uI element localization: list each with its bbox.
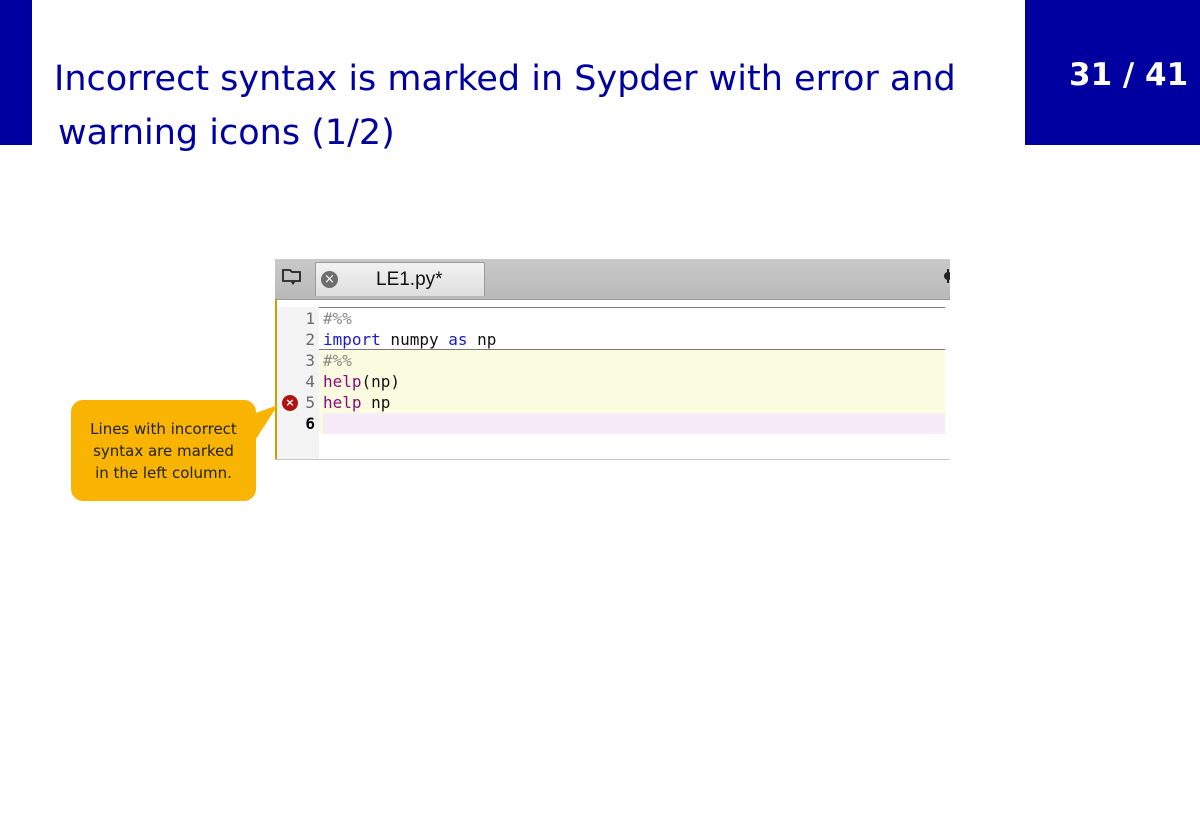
code-token: #%% bbox=[323, 309, 352, 328]
code-token: np bbox=[467, 330, 497, 349]
code-text: #%% bbox=[323, 308, 352, 329]
code-token: numpy bbox=[380, 330, 449, 349]
code-line: 2 import numpy as np bbox=[275, 329, 945, 350]
code-text: import numpy as np bbox=[323, 329, 496, 350]
page-number: 31 / 41 bbox=[1069, 57, 1189, 93]
code-token: help bbox=[323, 393, 362, 412]
line-number: 4 bbox=[305, 372, 315, 391]
code-text: #%% bbox=[323, 350, 352, 371]
code-token: np bbox=[361, 393, 391, 412]
slide-title-line1: Incorrect syntax is marked in Sypder wit… bbox=[54, 59, 956, 99]
code-line: 6 bbox=[275, 413, 945, 434]
code-token: as bbox=[448, 330, 468, 349]
slide-title: Incorrect syntax is marked in Sypder wit… bbox=[54, 52, 1014, 160]
editor-tab-bar: × LE1.py* bbox=[275, 259, 950, 300]
tab-label: LE1.py* bbox=[376, 269, 443, 290]
code-line: 4 help(np) bbox=[275, 371, 945, 392]
callout-line: in the left column. bbox=[95, 464, 232, 482]
line-number: 1 bbox=[305, 309, 315, 328]
callout-line: Lines with incorrect bbox=[90, 420, 237, 438]
line-number: 3 bbox=[305, 351, 315, 370]
page-counter-box: 31 / 41 bbox=[1025, 0, 1200, 145]
code-line: 1 #%% bbox=[275, 308, 945, 329]
code-token: help bbox=[323, 372, 362, 391]
slide-title-line2: warning icons (1/2) bbox=[58, 113, 395, 153]
gear-icon[interactable] bbox=[942, 267, 950, 285]
code-token: import bbox=[323, 330, 381, 349]
code-token: #%% bbox=[323, 351, 352, 370]
code-token: (np) bbox=[361, 372, 401, 391]
callout-pointer bbox=[250, 405, 278, 445]
code-text: help np bbox=[323, 392, 390, 413]
code-line: 5 × help np bbox=[275, 392, 945, 413]
left-accent-bar bbox=[0, 0, 32, 145]
code-text: help(np) bbox=[323, 371, 400, 392]
callout-note: Lines with incorrect syntax are marked i… bbox=[71, 400, 256, 501]
line-number: 6 bbox=[305, 414, 315, 433]
callout-line: syntax are marked bbox=[93, 442, 234, 460]
line-number: 2 bbox=[305, 330, 315, 349]
tab-le1[interactable]: × LE1.py* bbox=[315, 262, 485, 296]
code-editor: × LE1.py* 1 #%% 2 import numpy as np 3 #%% 4 he… bbox=[275, 259, 950, 460]
code-line: 3 #%% bbox=[275, 350, 945, 371]
browse-tabs-icon[interactable] bbox=[281, 266, 303, 288]
close-icon[interactable]: × bbox=[321, 271, 338, 288]
error-icon[interactable]: × bbox=[282, 395, 298, 411]
code-lines: 1 #%% 2 import numpy as np 3 #%% 4 help(np) 5 × he… bbox=[275, 308, 945, 438]
